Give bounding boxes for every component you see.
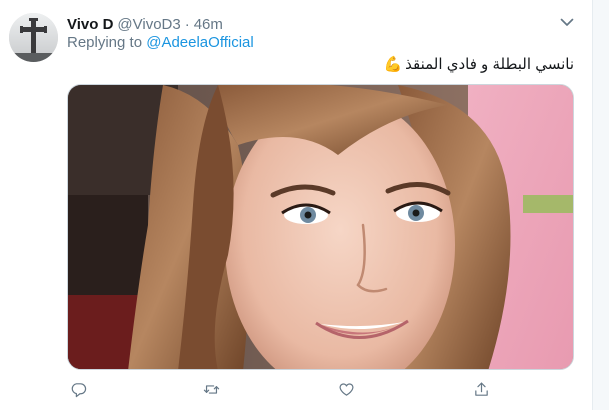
avatar[interactable] bbox=[9, 13, 58, 62]
tweet-text: نانسي البطلة و فادي المنقذ 💪 bbox=[383, 55, 574, 73]
share-button[interactable] bbox=[470, 378, 492, 400]
replying-to: Replying to @AdeelaOfficial bbox=[67, 34, 254, 51]
tweet-card[interactable]: Vivo D @VivoD3 · 46m Replying to @Adeela… bbox=[0, 0, 592, 410]
portrait-photo bbox=[68, 85, 573, 369]
share-icon bbox=[474, 382, 488, 396]
separator-dot: · bbox=[184, 15, 190, 33]
timestamp[interactable]: 46m bbox=[194, 16, 223, 33]
reply-icon bbox=[71, 382, 86, 397]
more-options-button[interactable] bbox=[557, 14, 577, 30]
user-handle[interactable]: @VivoD3 bbox=[117, 16, 180, 33]
tweet-text-body: نانسي البطلة و فادي المنقذ bbox=[405, 56, 574, 73]
flexed-biceps-emoji: 💪 bbox=[383, 56, 403, 73]
tweet-header: Vivo D @VivoD3 · 46m bbox=[67, 14, 223, 34]
right-edge-strip bbox=[592, 0, 609, 410]
heart-icon bbox=[339, 382, 353, 396]
retweet-button[interactable] bbox=[200, 378, 222, 400]
replying-prefix: Replying to bbox=[67, 34, 147, 51]
tweet-photo[interactable] bbox=[67, 84, 574, 370]
retweet-icon bbox=[203, 384, 219, 394]
chevron-down-icon bbox=[560, 18, 574, 26]
reply-button[interactable] bbox=[67, 378, 89, 400]
cross-avatar-image bbox=[9, 13, 58, 62]
replying-to-link[interactable]: @AdeelaOfficial bbox=[146, 34, 254, 51]
tweet-actions bbox=[67, 378, 497, 400]
like-button[interactable] bbox=[335, 378, 357, 400]
display-name[interactable]: Vivo D bbox=[67, 16, 113, 33]
